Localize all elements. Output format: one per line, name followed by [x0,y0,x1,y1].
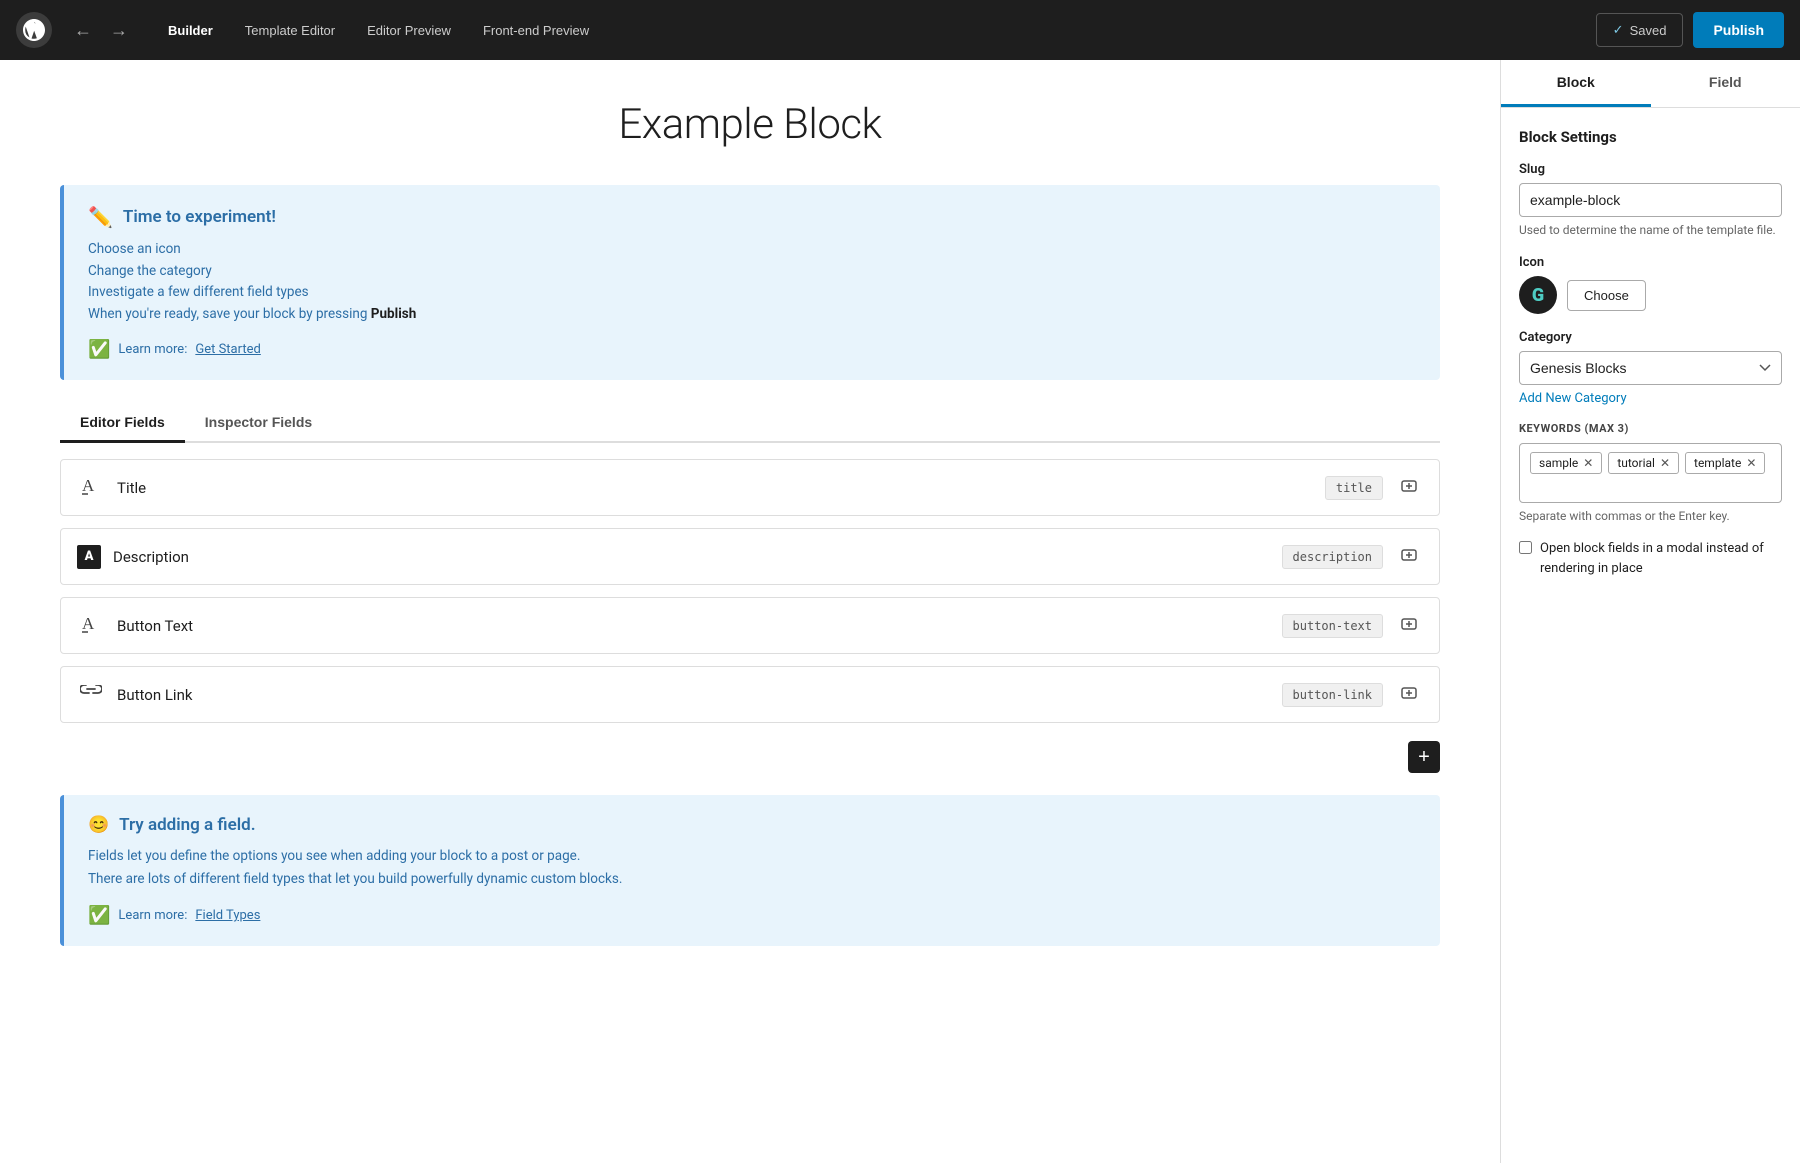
experiment-line-1: Choose an icon [88,239,1416,261]
field-row-button-link: Button Link button-link [60,666,1440,723]
try-check-circle-icon: ✅ [88,905,110,926]
publish-button[interactable]: Publish [1693,12,1784,48]
forward-button[interactable]: → [104,16,134,45]
field-tabs: Editor Fields Inspector Fields [60,404,1440,443]
learn-more-prefix: Learn more: [118,342,187,357]
sidebar-tab-field[interactable]: Field [1651,60,1800,107]
field-action-button-link[interactable] [1395,681,1423,708]
experiment-publish-prompt: When you're ready, save your block by pr… [88,304,1416,326]
publish-word: Publish [371,306,417,322]
try-box-header: 😊 Try adding a field. [88,815,1416,835]
nav-right: ✓ Saved Publish [1596,12,1784,48]
modal-checkbox-label: Open block fields in a modal instead of … [1540,539,1782,578]
try-box-footer: ✅ Learn more: Field Types [88,905,1416,926]
add-category-link[interactable]: Add New Category [1519,391,1782,406]
experiment-title: Time to experiment! [123,207,276,227]
saved-button[interactable]: ✓ Saved [1596,13,1684,47]
slug-hint: Used to determine the name of the templa… [1519,221,1782,239]
back-button[interactable]: ← [68,16,98,45]
page-title: Example Block [60,100,1440,149]
field-row-title: A Title title [60,459,1440,516]
keyword-remove-sample[interactable]: ✕ [1583,457,1593,469]
sidebar: Block Field Block Settings Slug Used to … [1500,60,1800,1163]
icon-preview: G [1519,276,1557,314]
tab-inspector-fields[interactable]: Inspector Fields [185,404,332,443]
tab-editor-preview[interactable]: Editor Preview [353,15,465,46]
field-action-button-text[interactable] [1395,612,1423,639]
check-icon: ✓ [1613,22,1624,38]
category-select[interactable]: Genesis Blocks Common Blocks Formatting … [1519,351,1782,385]
icon-label: Icon [1519,255,1782,270]
experiment-footer: ✅ Learn more: Get Started [88,339,1416,360]
experiment-box: ✏️ Time to experiment! Choose an icon Ch… [60,185,1440,380]
tab-frontend-preview[interactable]: Front-end Preview [469,15,603,46]
try-learn-more-prefix: Learn more: [118,908,187,923]
try-box: 😊 Try adding a field. Fields let you def… [60,795,1440,946]
field-badge-title: title [1325,476,1383,500]
field-name-button-text: Button Text [117,617,1270,635]
add-field-row: + [60,735,1440,779]
icon-row: G Choose [1519,276,1782,314]
keywords-box: sample ✕ tutorial ✕ template ✕ [1519,443,1782,503]
keyword-tag-template: template ✕ [1685,452,1765,474]
keywords-label: KEYWORDS (MAX 3) [1519,422,1782,435]
try-box-line-2: There are lots of different field types … [88,868,1416,891]
modal-checkbox-row: Open block fields in a modal instead of … [1519,539,1782,578]
nav-arrows: ← → [68,16,134,45]
experiment-line-2: Change the category [88,261,1416,283]
button-text-field-icon: A [77,612,105,639]
try-box-line-1: Fields let you define the options you se… [88,845,1416,868]
keywords-hint: Separate with commas or the Enter key. [1519,509,1782,523]
category-label: Category [1519,330,1782,345]
field-row-button-text: A Button Text button-text [60,597,1440,654]
try-box-icon: 😊 [88,815,109,835]
experiment-header: ✏️ Time to experiment! [88,205,1416,229]
tab-template-editor[interactable]: Template Editor [231,15,349,46]
experiment-icon: ✏️ [88,205,113,229]
sidebar-tab-block[interactable]: Block [1501,60,1651,107]
sidebar-tabs: Block Field [1501,60,1800,108]
settings-title: Block Settings [1519,128,1782,146]
svg-text:A: A [82,614,95,633]
keyword-remove-tutorial[interactable]: ✕ [1660,457,1670,469]
field-badge-button-text: button-text [1282,614,1383,638]
choose-icon-button[interactable]: Choose [1567,280,1646,311]
slug-input[interactable] [1519,183,1782,217]
tab-builder[interactable]: Builder [154,15,227,46]
keyword-remove-template[interactable]: ✕ [1746,457,1756,469]
field-name-button-link: Button Link [117,686,1270,704]
title-field-icon: A [77,474,105,501]
field-row-description: A Description description [60,528,1440,585]
keyword-tag-tutorial: tutorial ✕ [1608,452,1679,474]
nav-tabs: Builder Template Editor Editor Preview F… [154,15,1596,46]
wp-logo [16,12,52,48]
description-field-icon: A [77,545,101,569]
field-badge-button-link: button-link [1282,683,1383,707]
app-layout: Example Block ✏️ Time to experiment! Cho… [0,60,1800,1163]
field-name-description: Description [113,548,1270,566]
try-box-title: Try adding a field. [119,815,255,835]
field-action-description[interactable] [1395,543,1423,570]
svg-text:A: A [82,476,95,495]
check-circle-icon: ✅ [88,339,110,360]
button-link-field-icon [77,685,105,705]
sidebar-body: Block Settings Slug Used to determine th… [1501,108,1800,614]
saved-label: Saved [1630,23,1667,38]
experiment-line-3: Investigate a few different field types [88,282,1416,304]
field-name-title: Title [117,479,1313,497]
tab-editor-fields[interactable]: Editor Fields [60,404,185,443]
slug-label: Slug [1519,162,1782,177]
field-types-link[interactable]: Field Types [195,908,260,923]
modal-checkbox[interactable] [1519,541,1532,554]
top-navigation: ← → Builder Template Editor Editor Previ… [0,0,1800,60]
get-started-link[interactable]: Get Started [195,342,260,357]
main-content: Example Block ✏️ Time to experiment! Cho… [0,60,1500,1163]
keyword-tag-sample: sample ✕ [1530,452,1602,474]
field-action-title[interactable] [1395,474,1423,501]
add-field-button[interactable]: + [1408,741,1440,773]
icon-char: G [1532,285,1544,306]
field-badge-description: description [1282,545,1383,569]
